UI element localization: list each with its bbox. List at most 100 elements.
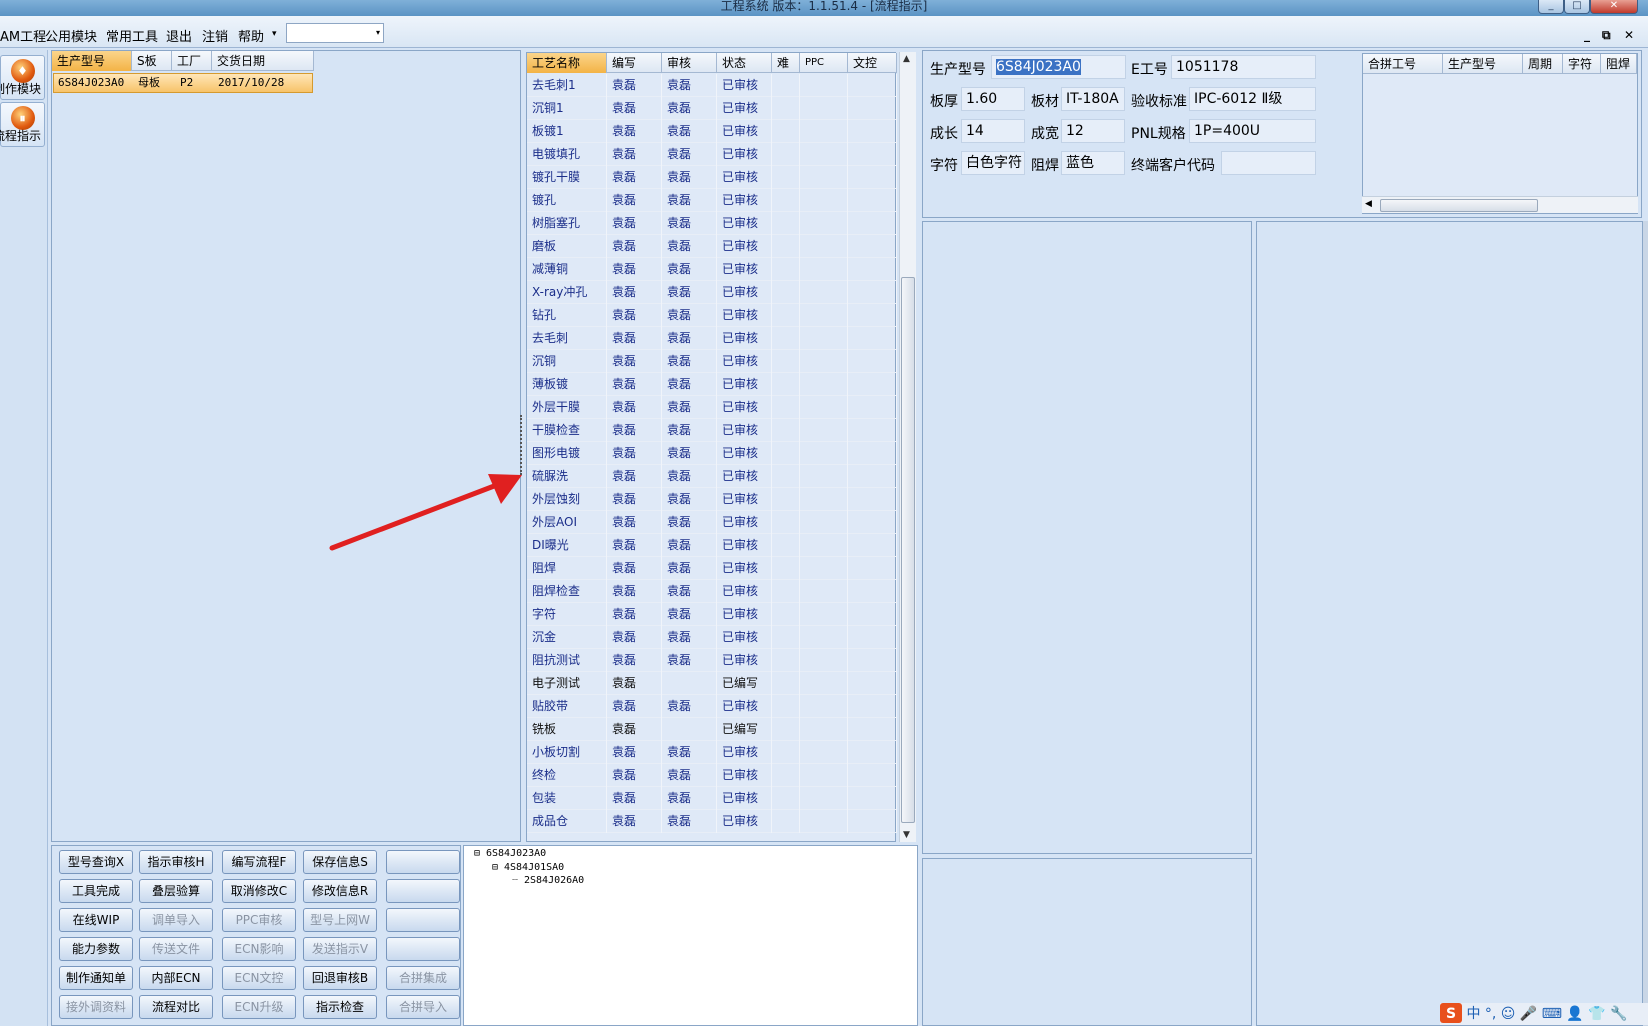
table-row[interactable]: 6S84J023A0 母板 P2 2017/10/28 bbox=[53, 73, 313, 93]
col-ppc[interactable]: PPC bbox=[800, 53, 848, 73]
action-button-5-4[interactable]: 合拼导入 bbox=[386, 995, 460, 1019]
action-button-1-0[interactable]: 工具完成 bbox=[59, 879, 133, 903]
col-merge-model[interactable]: 生产型号 bbox=[1443, 54, 1523, 74]
action-button-3-2[interactable]: ECN影响 bbox=[222, 937, 296, 961]
table-row[interactable]: 沉铜 袁磊 袁磊 已审核 bbox=[527, 350, 897, 373]
action-button-4-0[interactable]: 制作通知单 bbox=[59, 966, 133, 990]
col-writer[interactable]: 编写 bbox=[607, 53, 662, 73]
table-row[interactable]: 阻焊 袁磊 袁磊 已审核 bbox=[527, 557, 897, 580]
character-field[interactable]: 白色字符 bbox=[961, 151, 1025, 175]
chevron-down-icon[interactable]: ▾ bbox=[376, 28, 380, 37]
action-button-1-2[interactable]: 取消修改C bbox=[222, 879, 296, 903]
menu-public-module[interactable]: 公用模块 bbox=[45, 26, 97, 45]
thickness-field[interactable]: 1.60 bbox=[961, 87, 1025, 111]
maximize-button[interactable]: □ bbox=[1564, 0, 1590, 14]
table-row[interactable]: 钻孔 袁磊 袁磊 已审核 bbox=[527, 304, 897, 327]
process-scrollbar[interactable]: ▲ ▼ bbox=[899, 52, 916, 842]
action-button-3-0[interactable]: 能力参数 bbox=[59, 937, 133, 961]
col-process-name[interactable]: 工艺名称 bbox=[527, 53, 607, 73]
process-instruction-button[interactable]: ⏸ 流程指示 bbox=[0, 102, 45, 147]
action-button-2-2[interactable]: PPC审核 bbox=[222, 908, 296, 932]
table-row[interactable]: 电镀填孔 袁磊 袁磊 已审核 bbox=[527, 143, 897, 166]
col-merge-no[interactable]: 合拼工号 bbox=[1363, 54, 1443, 74]
table-row[interactable]: 铣板 袁磊 已编写 bbox=[527, 718, 897, 741]
action-button-5-0[interactable]: 接外调资料 bbox=[59, 995, 133, 1019]
action-button-4-2[interactable]: ECN文控 bbox=[222, 966, 296, 990]
ime-status-icons[interactable]: 中 °, ☺ 🎤 ⌨ 👤 👕 🔧 bbox=[1466, 1006, 1627, 1022]
table-row[interactable]: 成品仓 袁磊 袁磊 已审核 bbox=[527, 810, 897, 833]
table-row[interactable]: 外层AOI 袁磊 袁磊 已审核 bbox=[527, 511, 897, 534]
table-row[interactable]: 去毛刺 袁磊 袁磊 已审核 bbox=[527, 327, 897, 350]
menu-am[interactable]: AM工程 bbox=[0, 26, 46, 45]
table-row[interactable]: 沉铜1 袁磊 袁磊 已审核 bbox=[527, 97, 897, 120]
table-row[interactable]: 终检 袁磊 袁磊 已审核 bbox=[527, 764, 897, 787]
table-row[interactable]: 去毛刺1 袁磊 袁磊 已审核 bbox=[527, 74, 897, 97]
action-button-4-4[interactable]: 合拼集成 bbox=[386, 966, 460, 990]
table-row[interactable]: 电子测试 袁磊 已编写 bbox=[527, 672, 897, 695]
col-merge-mask[interactable]: 阻焊 bbox=[1601, 54, 1637, 74]
close-button[interactable]: ✕ bbox=[1590, 0, 1638, 14]
tree-expander-icon[interactable]: ⊟ bbox=[474, 848, 480, 859]
table-row[interactable]: 外层蚀刻 袁磊 袁磊 已审核 bbox=[527, 488, 897, 511]
table-row[interactable]: 字符 袁磊 袁磊 已审核 bbox=[527, 603, 897, 626]
action-button-5-2[interactable]: ECN升级 bbox=[222, 995, 296, 1019]
mdi-restore-button[interactable]: ⧉ bbox=[1602, 28, 1611, 43]
action-button-3-3[interactable]: 发送指示V bbox=[303, 937, 377, 961]
action-button-0-0[interactable]: 型号查询X bbox=[59, 850, 133, 874]
sogou-ime-icon[interactable]: S bbox=[1440, 1003, 1462, 1023]
menu-help[interactable]: 帮助 bbox=[238, 26, 264, 45]
table-row[interactable]: 树脂塞孔 袁磊 袁磊 已审核 bbox=[527, 212, 897, 235]
col-status[interactable]: 状态 bbox=[717, 53, 772, 73]
table-row[interactable]: 阻抗测试 袁磊 袁磊 已审核 bbox=[527, 649, 897, 672]
action-button-3-1[interactable]: 传送文件 bbox=[139, 937, 213, 961]
action-button-0-2[interactable]: 编写流程F bbox=[222, 850, 296, 874]
action-button-2-3[interactable]: 型号上网W bbox=[303, 908, 377, 932]
col-merge-char[interactable]: 字符 bbox=[1563, 54, 1601, 74]
model-field[interactable]: 6S84J023A0 bbox=[991, 55, 1126, 79]
panel-splitter[interactable] bbox=[520, 415, 524, 475]
action-button-1-3[interactable]: 修改信息R bbox=[303, 879, 377, 903]
ime-toolbar[interactable]: S 中 °, ☺ 🎤 ⌨ 👤 👕 🔧 bbox=[1440, 1003, 1648, 1025]
table-row[interactable]: 磨板 袁磊 袁磊 已审核 bbox=[527, 235, 897, 258]
mdi-minimize-button[interactable]: _ bbox=[1584, 28, 1590, 42]
action-button-4-3[interactable]: 回退审核B bbox=[303, 966, 377, 990]
material-field[interactable]: IT-180A bbox=[1061, 87, 1125, 111]
table-row[interactable]: 沉金 袁磊 袁磊 已审核 bbox=[527, 626, 897, 649]
mdi-close-button[interactable]: ✕ bbox=[1624, 28, 1634, 42]
scroll-down-icon[interactable]: ▼ bbox=[903, 830, 910, 840]
col-model[interactable]: 生产型号 bbox=[52, 51, 132, 71]
table-row[interactable]: 包装 袁磊 袁磊 已审核 bbox=[527, 787, 897, 810]
col-sboard[interactable]: S板 bbox=[132, 51, 172, 71]
action-button-0-3[interactable]: 保存信息S bbox=[303, 850, 377, 874]
action-button-5-1[interactable]: 流程对比 bbox=[139, 995, 213, 1019]
table-row[interactable]: 小板切割 袁磊 袁磊 已审核 bbox=[527, 741, 897, 764]
tree-node-child[interactable]: 4S84J01SA0 bbox=[504, 862, 564, 873]
table-row[interactable]: DI曝光 袁磊 袁磊 已审核 bbox=[527, 534, 897, 557]
minimize-button[interactable]: _ bbox=[1538, 0, 1564, 14]
action-button-1-4[interactable] bbox=[386, 879, 460, 903]
col-difficulty[interactable]: 难 bbox=[772, 53, 800, 73]
menu-exit[interactable]: 退出 bbox=[166, 26, 192, 45]
eno-field[interactable]: 1051178 bbox=[1171, 55, 1316, 79]
col-doc-control[interactable]: 文控 bbox=[848, 53, 897, 73]
width-field[interactable]: 12 bbox=[1061, 119, 1125, 143]
col-factory[interactable]: 工厂 bbox=[172, 51, 212, 71]
action-button-2-4[interactable] bbox=[386, 908, 460, 932]
action-button-2-1[interactable]: 调单导入 bbox=[139, 908, 213, 932]
scroll-left-icon[interactable]: ◀ bbox=[1365, 199, 1372, 209]
length-field[interactable]: 14 bbox=[961, 119, 1025, 143]
menu-common-tools[interactable]: 常用工具 bbox=[106, 26, 158, 45]
tree-node-root[interactable]: 6S84J023A0 bbox=[486, 848, 546, 859]
action-button-0-1[interactable]: 指示审核H bbox=[139, 850, 213, 874]
table-row[interactable]: 图形电镀 袁磊 袁磊 已审核 bbox=[527, 442, 897, 465]
action-button-0-4[interactable] bbox=[386, 850, 460, 874]
action-button-4-1[interactable]: 内部ECN bbox=[139, 966, 213, 990]
col-merge-cycle[interactable]: 周期 bbox=[1523, 54, 1563, 74]
table-row[interactable]: 贴胶带 袁磊 袁磊 已审核 bbox=[527, 695, 897, 718]
scroll-thumb[interactable] bbox=[901, 277, 915, 823]
table-row[interactable]: 外层干膜 袁磊 袁磊 已审核 bbox=[527, 396, 897, 419]
action-button-1-1[interactable]: 叠层验算 bbox=[139, 879, 213, 903]
customer-code-field[interactable] bbox=[1221, 151, 1316, 175]
action-button-2-0[interactable]: 在线WIP bbox=[59, 908, 133, 932]
tree-node-leaf[interactable]: 2S84J026A0 bbox=[524, 875, 584, 886]
